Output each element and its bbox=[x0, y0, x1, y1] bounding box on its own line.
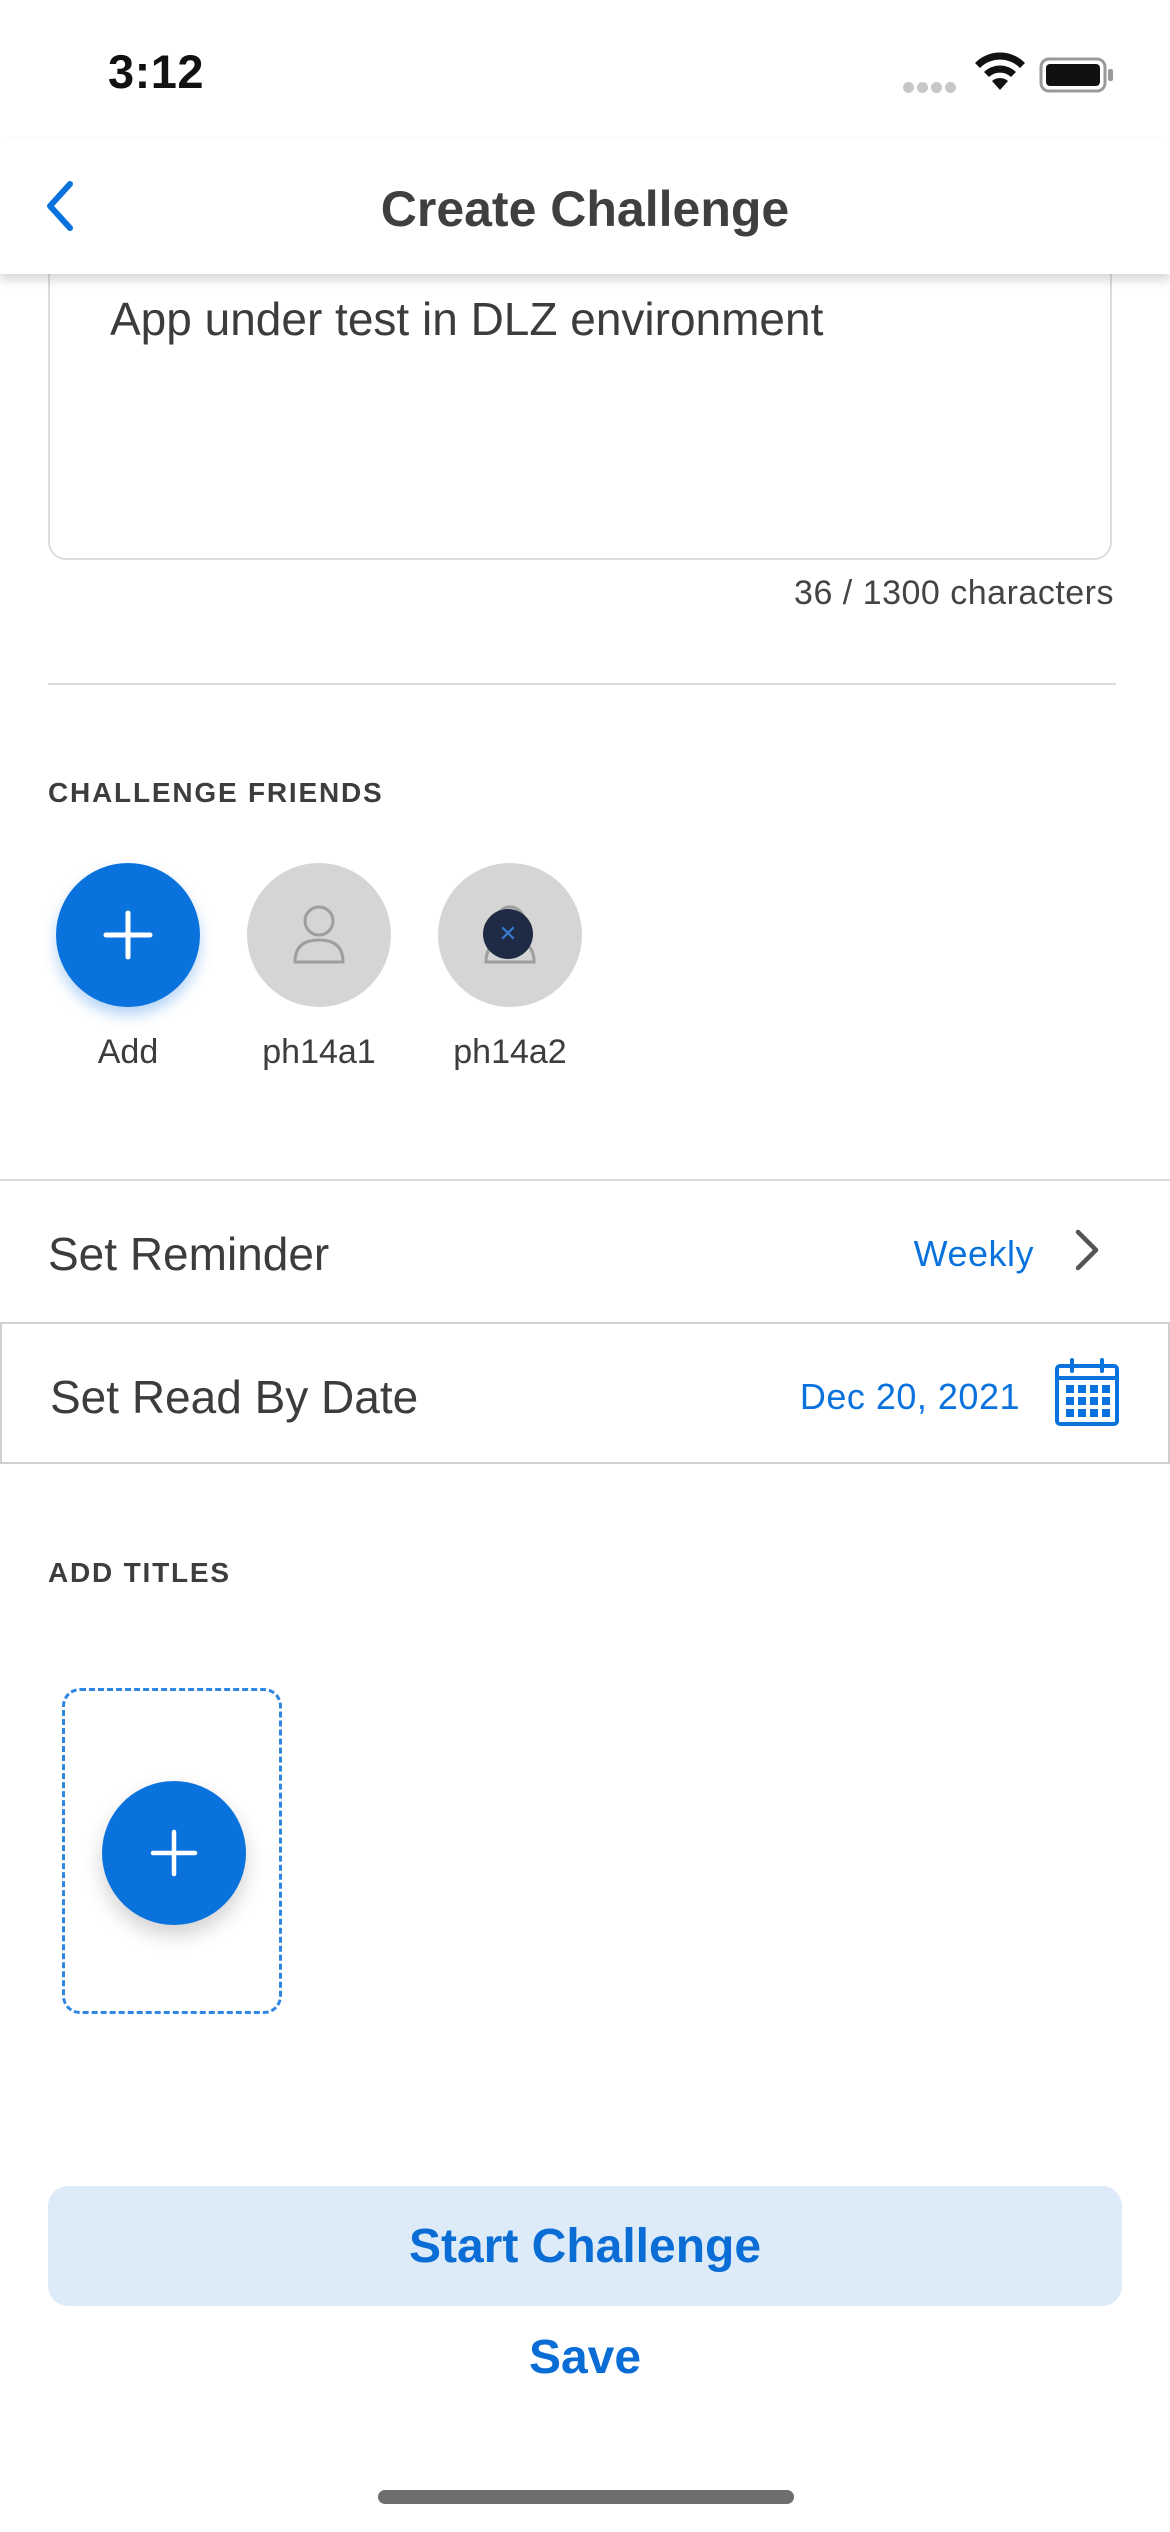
cellular-signal-icon bbox=[903, 80, 959, 93]
plus-icon bbox=[150, 1829, 198, 1877]
chevron-right-icon bbox=[1075, 1229, 1099, 1271]
description-text: App under test in DLZ environment bbox=[110, 293, 824, 345]
friend-label: ph14a1 bbox=[262, 1033, 376, 1071]
start-challenge-button[interactable]: Start Challenge bbox=[48, 2186, 1122, 2306]
avatar[interactable]: ✕ bbox=[438, 863, 582, 1007]
reminder-value: Weekly bbox=[913, 1233, 1034, 1274]
add-friend-circle[interactable] bbox=[56, 863, 200, 1007]
wifi-icon bbox=[975, 52, 1025, 90]
set-read-by-date-row[interactable]: Set Read By Date Dec 20, 2021 bbox=[0, 1322, 1170, 1464]
plus-icon bbox=[103, 910, 153, 960]
friend-label: Add bbox=[97, 1033, 159, 1071]
home-indicator bbox=[378, 2490, 794, 2504]
remove-friend-button[interactable]: ✕ bbox=[483, 909, 533, 959]
close-icon: ✕ bbox=[498, 921, 518, 946]
friend-label: ph14a2 bbox=[453, 1033, 567, 1071]
friend-ph14a2[interactable]: ✕ ph14a2 bbox=[415, 863, 605, 1072]
set-reminder-label: Set Reminder bbox=[48, 1228, 330, 1280]
add-friend-button[interactable]: Add bbox=[33, 863, 223, 1072]
person-icon bbox=[293, 905, 345, 964]
set-reminder-row[interactable]: Set Reminder Weekly bbox=[0, 1179, 1170, 1321]
divider bbox=[48, 683, 1116, 685]
challenge-friends-heading: CHALLENGE FRIENDS bbox=[48, 777, 384, 808]
page-title: Create Challenge bbox=[380, 181, 790, 237]
avatar[interactable] bbox=[247, 863, 391, 1007]
read-by-date-value: Dec 20, 2021 bbox=[799, 1376, 1020, 1417]
set-read-by-date-label: Set Read By Date bbox=[50, 1371, 419, 1423]
add-title-button[interactable] bbox=[102, 1781, 246, 1925]
calendar-icon[interactable] bbox=[1054, 1358, 1120, 1428]
add-titles-heading: ADD TITLES bbox=[48, 1557, 231, 1588]
battery-icon bbox=[1039, 57, 1113, 93]
status-time: 3:12 bbox=[108, 45, 205, 98]
nav-bar: Create Challenge bbox=[0, 140, 1170, 274]
friend-ph14a1[interactable]: ph14a1 bbox=[224, 863, 414, 1072]
description-textarea[interactable] bbox=[48, 230, 1112, 560]
character-count: 36 / 1300 characters bbox=[794, 574, 1114, 612]
save-button[interactable]: Save bbox=[0, 2330, 1170, 2385]
